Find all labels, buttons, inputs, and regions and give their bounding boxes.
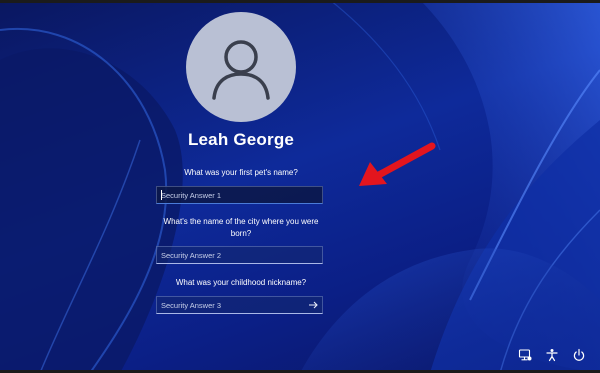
accessibility-icon[interactable] [545,348,559,362]
lock-screen: Leah George What was your first pet's na… [0,0,600,373]
security-answer-3-field[interactable] [156,296,323,314]
user-avatar [186,12,296,122]
security-answer-3-input[interactable] [157,297,306,313]
security-question-1: What was your first pet's name? [184,168,298,177]
network-icon[interactable] [518,348,532,362]
text-caret [161,190,162,200]
red-arrow-icon [359,142,436,186]
security-question-2: What's the name of the city where you we… [163,217,319,238]
screen-bezel-top [0,0,600,3]
security-answer-1-field[interactable] [156,186,323,204]
arrow-right-icon[interactable] [306,298,320,312]
security-answer-2-input[interactable] [157,247,306,263]
power-icon[interactable] [572,348,586,362]
person-icon [212,40,270,100]
security-answer-1-input[interactable] [157,187,306,203]
security-answer-2-field[interactable] [156,246,323,264]
user-name: Leah George [187,130,295,149]
security-question-3: What was your childhood nickname? [175,278,307,287]
